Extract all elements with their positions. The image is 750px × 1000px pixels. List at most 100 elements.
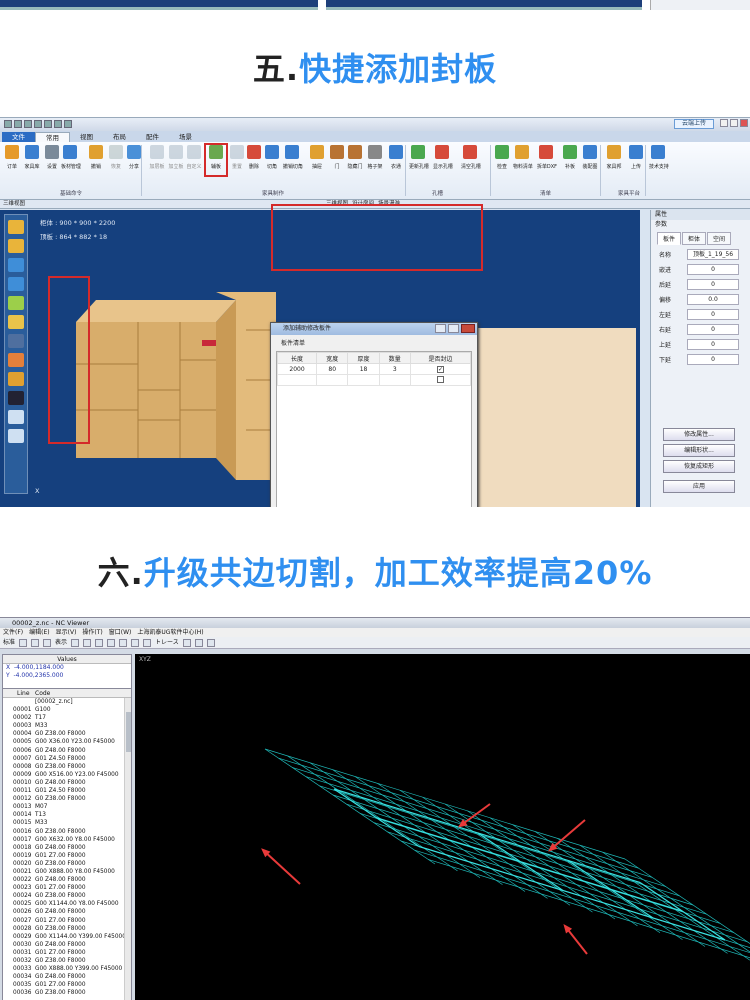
move-icon[interactable] [8, 296, 24, 310]
code-line[interactable]: 00020 G0 Z38.00 F8000 [3, 860, 131, 868]
view-icon[interactable] [131, 638, 140, 647]
print-icon[interactable] [43, 638, 52, 647]
code-line[interactable]: 00033 G00 X888.00 Y399.00 F45000 [3, 965, 131, 973]
ribbon-button[interactable]: 加立板 [166, 145, 186, 170]
ribbon-button[interactable]: 显示孔槽 [432, 145, 453, 170]
rotate-icon[interactable] [8, 258, 24, 272]
tab-space[interactable]: 空间 [707, 232, 732, 245]
minimize-button[interactable] [435, 324, 446, 333]
code-line[interactable]: 00006 G0 Z48.00 F8000 [3, 747, 131, 755]
code-line[interactable]: 00027 G01 Z7.00 F8000 [3, 917, 131, 925]
ribbon-button[interactable]: 拆单DXF [536, 145, 557, 170]
restore-rectangle-button[interactable]: 恢复成矩形 [663, 460, 735, 473]
table-cell[interactable] [316, 374, 349, 386]
maximize-button[interactable] [448, 324, 459, 333]
property-value[interactable]: 0 [687, 354, 739, 365]
frame-icon[interactable] [8, 334, 24, 348]
table-cell[interactable] [409, 374, 472, 386]
modify-properties-button[interactable]: 修改属性... [663, 428, 735, 441]
table-cell[interactable]: 2000 [276, 363, 318, 375]
code-line[interactable]: 00023 G01 Z7.00 F8000 [3, 884, 131, 892]
puzzle-icon[interactable] [8, 239, 24, 253]
orbit-icon[interactable] [8, 277, 24, 291]
edit-shape-button[interactable]: 编辑形状... [663, 444, 735, 457]
code-line[interactable]: 00002 T17 [3, 714, 131, 722]
table-cell[interactable] [378, 374, 411, 386]
contrast-icon[interactable] [8, 391, 24, 405]
step-icon[interactable] [206, 638, 215, 647]
code-line[interactable]: 00003 M33 [3, 722, 131, 730]
code-line[interactable]: 00015 M33 [3, 819, 131, 827]
ribbon-button[interactable]: 家具库 [22, 145, 42, 170]
tab-layout[interactable]: 布局 [103, 132, 136, 142]
ribbon-button[interactable]: 更新孔槽 [408, 145, 429, 170]
ribbon-button[interactable]: 装配图 [580, 145, 600, 170]
step-icon[interactable] [194, 638, 203, 647]
window-controls[interactable] [720, 119, 748, 127]
view-icon[interactable] [143, 638, 152, 647]
screen-icon[interactable] [8, 410, 24, 424]
open-icon[interactable] [19, 638, 28, 647]
code-line[interactable]: 00024 G0 Z38.00 F8000 [3, 892, 131, 900]
ribbon-button[interactable]: 撤销切角 [282, 145, 303, 170]
code-line[interactable]: 00028 G0 Z38.00 F8000 [3, 925, 131, 933]
property-value[interactable]: 0 [687, 279, 739, 290]
property-value[interactable]: 0.0 [687, 294, 739, 305]
code-line[interactable]: 00014 T13 [3, 811, 131, 819]
property-value[interactable]: 顶板_1_19_56 [687, 249, 739, 260]
tab-common[interactable]: 常用 [35, 132, 70, 142]
table-cell[interactable]: 80 [316, 363, 349, 375]
grid-icon[interactable] [107, 638, 116, 647]
edge-banding-checkbox[interactable] [436, 375, 444, 383]
toolpath-canvas[interactable]: XYZ [135, 654, 750, 1000]
property-value[interactable]: 0 [687, 264, 739, 275]
table-row[interactable] [276, 374, 472, 386]
zoom-icon[interactable] [71, 638, 80, 647]
code-line[interactable]: 00016 G0 Z38.00 F8000 [3, 828, 131, 836]
cloud-upload-button[interactable]: 云端上传 [674, 119, 714, 129]
code-line[interactable]: 00013 M07 [3, 803, 131, 811]
code-line[interactable]: 00004 G0 Z38.00 F8000 [3, 730, 131, 738]
code-line[interactable]: 00001 G100 [3, 706, 131, 714]
step-icon[interactable] [182, 638, 191, 647]
tab-scene[interactable]: 场景 [169, 132, 202, 142]
property-value[interactable]: 0 [687, 309, 739, 320]
ribbon-button[interactable]: 切角 [262, 145, 282, 170]
code-list[interactable]: Line Code [00002_z.nc] 00001 G100 00002 T17 0… [2, 688, 132, 1000]
ribbon-button[interactable]: 衣通 [386, 145, 406, 170]
table-cell[interactable] [276, 374, 318, 386]
code-line[interactable]: 00012 G0 Z38.00 F8000 [3, 795, 131, 803]
tab-view[interactable]: 视图 [70, 132, 103, 142]
ribbon-button[interactable]: 隐藏门 [345, 145, 365, 170]
table-cell[interactable]: 18 [347, 363, 380, 375]
code-line[interactable]: 00018 G0 Z48.00 F8000 [3, 844, 131, 852]
code-line[interactable]: 00021 G00 X888.00 Y8.00 F45000 [3, 868, 131, 876]
tab-fittings[interactable]: 配件 [136, 132, 169, 142]
code-line[interactable]: 00005 G00 X36.00 Y23.00 F45000 [3, 738, 131, 746]
menu-item[interactable]: 操作(T) [82, 628, 102, 637]
ribbon-button[interactable]: 设置 [42, 145, 62, 170]
menu-item[interactable]: 窗口(W) [109, 628, 132, 637]
quick-access-toolbar[interactable] [4, 120, 72, 128]
box-icon[interactable] [8, 372, 24, 386]
ribbon-button[interactable]: 板材管理 [60, 145, 81, 170]
code-line[interactable]: 00009 G00 X516.00 Y23.00 F45000 [3, 771, 131, 779]
edit-icon[interactable] [8, 353, 24, 367]
ribbon-button[interactable]: 上传 [626, 145, 646, 170]
table-cell[interactable]: 3 [378, 363, 411, 375]
code-line[interactable]: 00017 G00 X632.00 Y8.00 F45000 [3, 836, 131, 844]
code-line[interactable]: 00034 G0 Z48.00 F8000 [3, 973, 131, 981]
print-icon[interactable] [8, 429, 24, 443]
property-value[interactable]: 0 [687, 339, 739, 350]
tab-file[interactable]: 文件 [2, 132, 35, 142]
code-line[interactable]: 00035 G01 Z7.00 F8000 [3, 981, 131, 989]
tab-3d-view-left[interactable]: 三维视图 [3, 200, 25, 209]
ribbon-button[interactable]: 删除 [244, 145, 264, 170]
ribbon-button[interactable]: 格子架 [365, 145, 385, 170]
ribbon-button[interactable]: 自定义 [184, 145, 204, 170]
tab-panel[interactable]: 板件 [657, 232, 682, 245]
ribbon-button[interactable]: 订单 [2, 145, 22, 170]
code-line[interactable]: 00007 G01 Z4.50 F8000 [3, 755, 131, 763]
ribbon-button[interactable]: 物料清单 [512, 145, 533, 170]
ribbon-button[interactable]: 技术支持 [648, 145, 669, 170]
